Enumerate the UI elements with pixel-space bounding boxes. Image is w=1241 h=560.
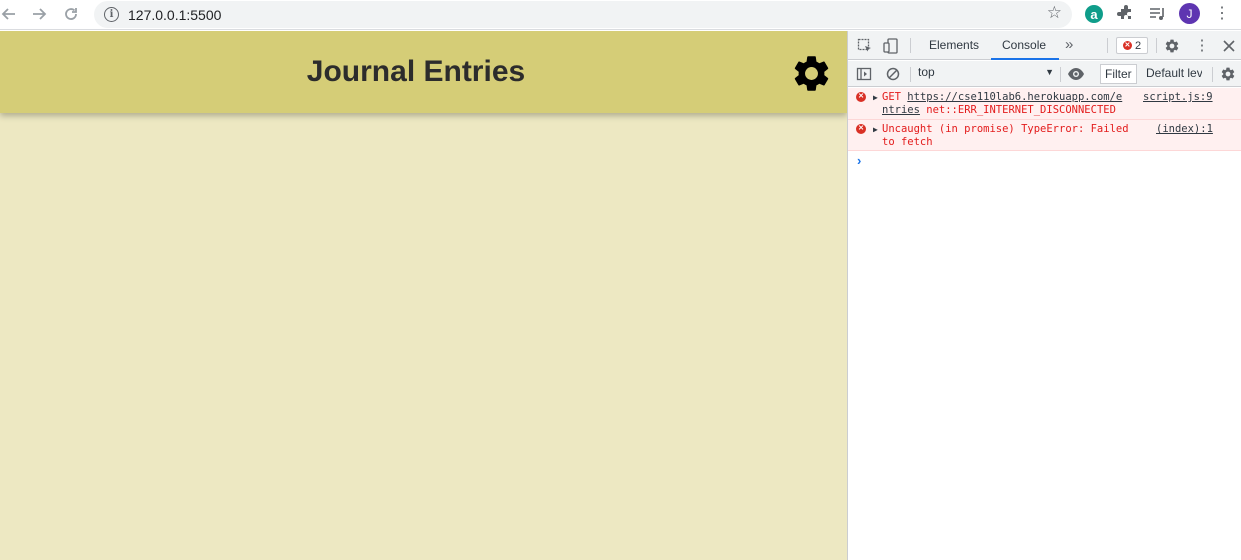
devtools-tab-bar: Elements Console » ✕ 2 ⋮ <box>848 31 1241 60</box>
error-icon: ✕ <box>856 92 866 102</box>
bookmark-star-icon[interactable]: ☆ <box>1047 3 1062 23</box>
extensions-puzzle-icon[interactable] <box>1116 3 1136 23</box>
close-devtools-icon[interactable] <box>1221 38 1237 54</box>
message-text: Uncaught (in promise) TypeError: Failed … <box>882 123 1129 148</box>
error-count: 2 <box>1134 39 1142 52</box>
console-error-message[interactable]: ✕ ▶ GET https://cse110lab6.herokuapp.com… <box>848 88 1241 120</box>
page-title: Journal Entries <box>306 55 526 88</box>
back-arrow-icon[interactable] <box>0 1 22 27</box>
extension-icon[interactable]: a <box>1085 5 1103 23</box>
message-text: GET https://cse110lab6.herokuapp.com/e n… <box>882 91 1123 116</box>
toolbar-divider <box>910 38 911 53</box>
toolbar-divider <box>1156 38 1157 53</box>
more-tabs-chevron-icon[interactable]: » <box>1065 36 1073 53</box>
dropdown-arrow-icon: ▼ <box>1045 67 1054 77</box>
media-queue-icon[interactable] <box>1147 4 1169 24</box>
browser-toolbar: i 127.0.0.1:5500 ☆ a J ⋮ <box>0 0 1241 30</box>
settings-gear-icon[interactable] <box>790 52 833 95</box>
source-link[interactable]: (index):1 <box>1156 123 1213 135</box>
error-icon: ✕ <box>856 124 866 134</box>
address-bar[interactable]: i 127.0.0.1:5500 ☆ <box>94 1 1072 28</box>
live-expression-eye-icon[interactable] <box>1067 66 1084 82</box>
page-header: Journal Entries <box>0 31 847 113</box>
reload-icon[interactable] <box>58 1 84 27</box>
customize-menu-icon[interactable]: ⋮ <box>1194 38 1210 54</box>
show-sidebar-icon[interactable] <box>856 66 872 82</box>
source-link[interactable]: script.js:9 <box>1143 91 1213 103</box>
tab-elements[interactable]: Elements <box>929 38 979 52</box>
request-url-link-continued[interactable]: ntries <box>882 104 920 116</box>
toolbar-divider <box>1107 38 1108 53</box>
page-viewport: Journal Entries <box>0 31 847 560</box>
console-toolbar: top ▼ Filter Default lev <box>848 61 1241 87</box>
error-icon: ✕ <box>1122 41 1132 50</box>
error-count-badge[interactable]: ✕ 2 <box>1116 37 1148 54</box>
console-prompt[interactable]: › <box>857 153 861 168</box>
toolbar-divider <box>1060 67 1061 82</box>
context-selector[interactable]: top ▼ <box>918 65 1054 83</box>
clear-console-icon[interactable] <box>885 66 901 82</box>
expand-triangle-icon[interactable]: ▶ <box>873 125 878 134</box>
filter-input[interactable]: Filter <box>1100 64 1137 84</box>
device-toolbar-icon[interactable] <box>883 38 899 54</box>
request-url-link[interactable]: https://cse110lab6.herokuapp.com/e <box>907 91 1122 103</box>
forward-arrow-icon[interactable] <box>26 1 52 27</box>
inspect-element-icon[interactable] <box>857 38 873 54</box>
browser-menu-icon[interactable]: ⋮ <box>1214 4 1230 24</box>
info-icon[interactable]: i <box>104 7 119 22</box>
profile-avatar[interactable]: J <box>1179 3 1200 24</box>
expand-triangle-icon[interactable]: ▶ <box>873 93 878 102</box>
tab-console[interactable]: Console <box>991 38 1059 60</box>
console-settings-gear-icon[interactable] <box>1220 66 1236 82</box>
devtools-panel: Elements Console » ✕ 2 ⋮ top ▼ Filter De… <box>847 31 1241 560</box>
devtools-settings-gear-icon[interactable] <box>1164 38 1180 54</box>
toolbar-divider <box>910 67 911 82</box>
log-levels-dropdown[interactable]: Default lev <box>1146 66 1202 80</box>
toolbar-divider <box>1212 67 1213 82</box>
context-value: top <box>918 65 935 79</box>
url-text[interactable]: 127.0.0.1:5500 <box>128 7 221 23</box>
console-error-message[interactable]: ✕ ▶ Uncaught (in promise) TypeError: Fai… <box>848 120 1241 151</box>
